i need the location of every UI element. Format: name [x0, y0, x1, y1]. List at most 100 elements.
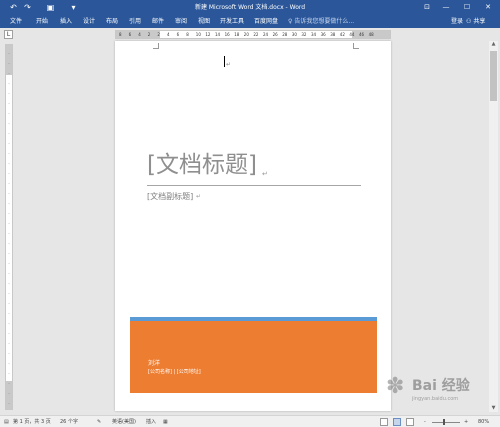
customize-quick-access-icon[interactable]: ▾ — [68, 2, 79, 13]
zoom-in-button[interactable]: + — [464, 417, 468, 427]
ruler-tick-label: 44 — [349, 32, 355, 37]
login-button[interactable]: 登录 — [451, 16, 463, 27]
macro-record-icon[interactable]: ▦ — [163, 417, 168, 427]
zoom-level[interactable]: 80% — [478, 417, 489, 427]
paragraph-mark: ↵ — [226, 61, 232, 68]
vertical-ruler-tick: · — [8, 241, 10, 246]
proofing-icon[interactable]: ✎ — [97, 417, 101, 427]
scroll-up-icon[interactable]: ▲ — [490, 41, 497, 48]
vertical-ruler-tick: · — [8, 71, 10, 76]
print-layout-button[interactable] — [393, 418, 401, 426]
maximize-button[interactable]: ☐ — [461, 2, 473, 13]
vertical-ruler-tick: · — [8, 61, 10, 66]
watermark-brand: Bai 经验 — [412, 378, 470, 394]
vertical-ruler-tick: · — [8, 231, 10, 236]
vertical-ruler-tick: · — [8, 381, 10, 386]
vertical-ruler[interactable]: · · · · · · · · · · · · · · · · · · · · · · · · · · · · · · · · · · · · — [5, 44, 13, 410]
tab-baidu-netdisk[interactable]: 百度网盘 — [254, 16, 278, 27]
vertical-ruler-tick: · — [8, 111, 10, 116]
baidu-jingyan-watermark: ✽ Bai 经验 jingyan.baidu.com — [386, 372, 476, 412]
tab-mailings[interactable]: 邮件 — [152, 16, 164, 27]
ruler-tick-label: 4 — [167, 32, 170, 37]
ruler-tick-label: 24 — [263, 32, 269, 37]
crop-mark-top-left — [153, 43, 159, 49]
web-layout-button[interactable] — [406, 418, 414, 426]
title-bar: ↶ ↷ ▣ ▾ 新建 Microsoft Word 文档.docx - Word… — [0, 0, 500, 15]
vertical-ruler-tick: · — [8, 91, 10, 96]
ruler-tick-label: 2 — [147, 32, 151, 37]
vertical-ruler-tick: · — [8, 261, 10, 266]
tab-review[interactable]: 审阅 — [175, 16, 187, 27]
document-subtitle-placeholder[interactable]: [文档副标题] — [147, 191, 193, 202]
scrollbar-thumb[interactable] — [490, 51, 497, 101]
vertical-ruler-tick: · — [8, 141, 10, 146]
vertical-ruler-tick: · — [8, 101, 10, 106]
vertical-ruler-tick: · — [8, 321, 10, 326]
paw-logo-icon: ✽ — [386, 374, 405, 399]
title-underline — [147, 185, 361, 186]
ruler-row: L 8 6 4 2 2 4 6 8 10 12 14 16 18 20 22 24 26 28 30 32 34 36 38… — [0, 28, 500, 41]
tab-selector-button[interactable]: L — [4, 30, 13, 39]
vertical-scrollbar[interactable]: ▲ ▼ — [489, 41, 498, 412]
vertical-ruler-tick: · — [8, 351, 10, 356]
vertical-ruler-tick: · — [8, 221, 10, 226]
cover-footer-block: 刘洋 [公司名称] | [公司地址] — [130, 321, 377, 393]
tab-design[interactable]: 设计 — [83, 16, 95, 27]
vertical-ruler-tick: · — [8, 271, 10, 276]
ruler-tick-label: 8 — [186, 32, 189, 37]
zoom-slider-thumb[interactable] — [443, 419, 445, 425]
tab-file[interactable]: 文件 — [10, 16, 22, 27]
ruler-tick-label: 14 — [215, 32, 221, 37]
title-paragraph-mark: ↵ — [262, 170, 268, 178]
document-title-placeholder[interactable]: [文档标题] — [147, 150, 257, 180]
share-button[interactable]: ⚇ 共享 — [466, 16, 485, 27]
undo-icon[interactable]: ↶ — [8, 2, 19, 13]
vertical-ruler-tick: · — [8, 401, 10, 406]
vertical-ruler-tick: · — [8, 131, 10, 136]
vertical-ruler-tick: · — [8, 161, 10, 166]
person-icon: ⚇ — [466, 18, 472, 25]
ruler-tick-label: 34 — [311, 32, 317, 37]
tab-layout[interactable]: 布局 — [106, 16, 118, 27]
tell-me-search[interactable]: ♀ 告诉我您想要做什么... — [288, 16, 354, 27]
ribbon-tab-bar: 文件 开始 插入 设计 布局 引用 邮件 审阅 视图 开发工具 百度网盘 ♀ 告诉… — [0, 15, 500, 28]
scroll-down-icon[interactable]: ▼ — [490, 405, 497, 412]
tab-home[interactable]: 开始 — [36, 16, 48, 27]
status-bar: ▤ 第 1 页，共 3 页 26 个字 ✎ 英语(美国) 插入 ▦ - + 80… — [0, 415, 500, 427]
tab-references[interactable]: 引用 — [129, 16, 141, 27]
insert-mode-indicator[interactable]: 插入 — [146, 417, 156, 427]
ruler-tick-label: 46 — [359, 32, 365, 37]
redo-icon[interactable]: ↷ — [22, 2, 33, 13]
ruler-tick-label: 12 — [205, 32, 211, 37]
text-cursor — [224, 56, 225, 67]
minimize-button[interactable]: — — [440, 2, 452, 13]
close-button[interactable]: ✕ — [482, 2, 494, 13]
page-count[interactable]: 第 1 页，共 3 页 — [13, 417, 51, 427]
company-info-placeholder[interactable]: [公司名称] | [公司地址] — [148, 369, 201, 376]
tab-insert[interactable]: 插入 — [60, 16, 72, 27]
ruler-tick-label: 18 — [234, 32, 240, 37]
vertical-ruler-tick: · — [8, 301, 10, 306]
save-icon[interactable]: ▣ — [45, 2, 56, 13]
vertical-ruler-tick: · — [8, 51, 10, 56]
vertical-ruler-tick: · — [8, 291, 10, 296]
tab-developer[interactable]: 开发工具 — [220, 16, 244, 27]
author-name[interactable]: 刘洋 — [148, 360, 160, 368]
vertical-ruler-tick: · — [8, 281, 10, 286]
vertical-ruler-tick: · — [8, 371, 10, 376]
ruler-tick-label: 26 — [272, 32, 278, 37]
tab-view[interactable]: 视图 — [198, 16, 210, 27]
ribbon-display-options-icon[interactable]: ⊡ — [421, 2, 433, 13]
ruler-tick-label: 20 — [243, 32, 249, 37]
language-indicator[interactable]: 英语(美国) — [112, 417, 136, 427]
horizontal-ruler[interactable]: 8 6 4 2 2 4 6 8 10 12 14 16 18 20 22 24 26 28 30 32 34 36 38 42… — [115, 30, 391, 39]
zoom-slider-track[interactable] — [432, 422, 460, 423]
document-page[interactable]: ↵ [文档标题] ↵ [文档副标题] ↵ 刘洋 [公司名称] | [公司地址] — [115, 41, 391, 411]
share-label: 共享 — [473, 18, 486, 25]
read-mode-button[interactable] — [380, 418, 388, 426]
zoom-out-button[interactable]: - — [424, 417, 426, 427]
ruler-tick-label: 48 — [368, 32, 374, 37]
ruler-tick-label: 42 — [339, 32, 345, 37]
vertical-ruler-tick: · — [8, 251, 10, 256]
word-count[interactable]: 26 个字 — [60, 417, 78, 427]
